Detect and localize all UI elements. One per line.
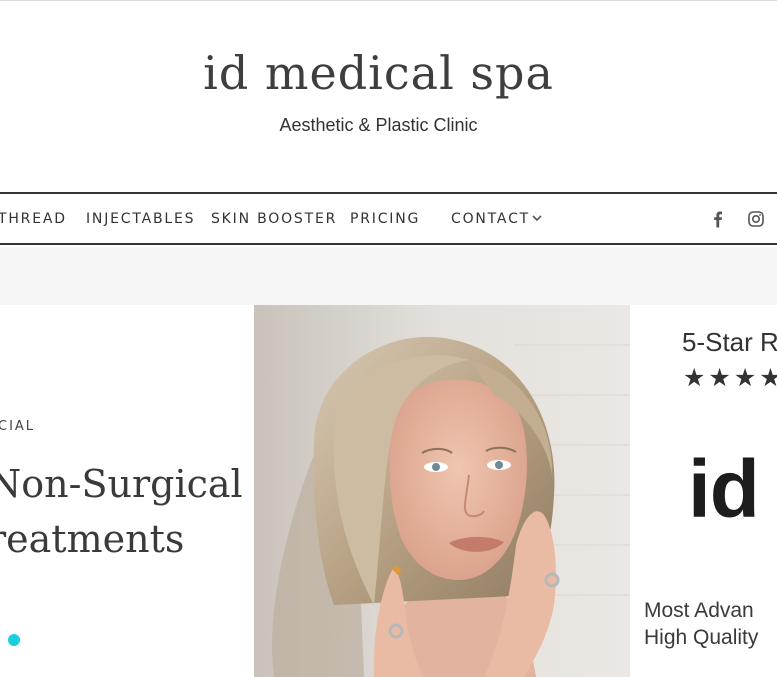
site-logo[interactable]: id medical spa [0, 46, 757, 100]
brand-mark: id [688, 444, 760, 535]
breadcrumb-bar [0, 247, 777, 305]
star-rating: ★★★★ [683, 363, 777, 392]
facebook-icon[interactable] [712, 211, 724, 232]
promo-line1: Most Advan [644, 599, 754, 622]
chevron-down-icon[interactable] [530, 210, 544, 229]
hero-headline: Non-Surgical reatments [0, 457, 243, 567]
rating-title: 5-Star R [682, 327, 777, 357]
nav-item-skin-booster[interactable]: SKIN BOOSTER [211, 211, 337, 227]
nav-item-pricing[interactable]: PRICING [350, 211, 420, 227]
hero-eyebrow: CIAL [0, 419, 36, 434]
main-navigation: THREAD INJECTABLES SKIN BOOSTER PRICING … [0, 192, 777, 245]
promo-line2: High Quality [644, 626, 759, 649]
hero-headline-line2: reatments [0, 517, 185, 561]
nav-item-contact[interactable]: CONTACT [451, 211, 530, 227]
carousel-dot[interactable] [8, 634, 20, 646]
hero-headline-line1: Non-Surgical [0, 462, 243, 506]
nav-item-injectables[interactable]: INJECTABLES [86, 211, 195, 227]
site-tagline: Aesthetic & Plastic Clinic [279, 115, 478, 135]
site-header: id medical spa Aesthetic & Plastic Clini… [0, 0, 777, 192]
instagram-icon[interactable] [748, 211, 764, 231]
promo-panel: 5-Star R ★★★★ id Most Advan High Quality [630, 305, 777, 677]
hero-photo [254, 305, 630, 677]
hero-slide-text: CIAL Non-Surgical reatments [0, 305, 254, 677]
nav-item-thread[interactable]: THREAD [0, 211, 67, 227]
